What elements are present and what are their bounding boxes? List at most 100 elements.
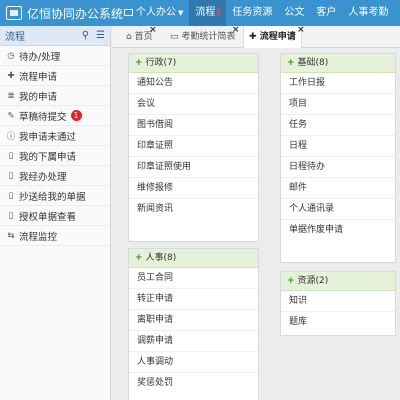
panel-header[interactable]: + 资源(2) bbox=[281, 272, 395, 291]
edit-icon: ✎ bbox=[7, 110, 15, 121]
list-item[interactable]: 新闻资讯 bbox=[129, 199, 258, 220]
tab-workflow-apply[interactable]: ✚ 流程申请 × bbox=[243, 25, 305, 48]
info-icon: ⓘ bbox=[6, 131, 16, 142]
list-item[interactable]: 知识 bbox=[281, 291, 395, 312]
sidebar-item-drafts[interactable]: ✎ 草稿待提交 1 bbox=[0, 106, 110, 126]
bookmark-icon: ▯ bbox=[8, 170, 14, 181]
main-content: + 行政(7) 通知公告 会议 图书借阅 印章证照 印章证照使用 维修报修 新闻资… bbox=[112, 49, 400, 400]
list-item[interactable]: 图书借阅 bbox=[129, 115, 258, 136]
panel-title: 人事(8) bbox=[145, 253, 177, 263]
nav-documents[interactable]: 公文 bbox=[278, 0, 310, 26]
nav-label: 人事考勤 bbox=[348, 7, 389, 18]
list-item[interactable]: 调薪申请 bbox=[129, 331, 258, 352]
list-item[interactable]: 工作日报 bbox=[281, 73, 395, 94]
list-item[interactable]: 邮件 bbox=[281, 178, 395, 199]
tab-strip: ⌂ 首页 × ▭ 考勤统计简表 × ✚ 流程申请 × bbox=[112, 25, 400, 48]
list-item[interactable]: 员工合同 bbox=[129, 268, 258, 289]
list-item[interactable]: 日程 bbox=[281, 136, 395, 157]
plus-icon: + bbox=[287, 276, 295, 286]
panel-title: 资源(2) bbox=[297, 276, 329, 286]
list-item[interactable]: 通知公告 bbox=[129, 73, 258, 94]
sidebar-item-my-applications[interactable]: ≣ 我的申请 bbox=[0, 86, 110, 106]
nav-workflow[interactable]: 流程 bbox=[189, 0, 227, 26]
plus-icon: ✚ bbox=[249, 32, 257, 42]
list-item[interactable]: 个人通讯录 bbox=[281, 199, 395, 220]
bookmark-icon: ▯ bbox=[8, 210, 14, 221]
sidebar-item-subordinate-applications[interactable]: ▯ 我的下属申请 bbox=[0, 146, 110, 166]
list-item[interactable]: 任务 bbox=[281, 115, 395, 136]
list-item[interactable]: 维修报修 bbox=[129, 178, 258, 199]
sidebar-item-cc-to-me[interactable]: ▯ 抄送给我的单据 bbox=[0, 186, 110, 206]
list-item[interactable]: 项目 bbox=[281, 94, 395, 115]
sidebar: 流程 ⚲ ☰ ◷ 待办/处理 ✚ 流程申请 ≣ 我的申请 ✎ 草稿待提交 1 ⓘ 我申请未通… bbox=[0, 26, 111, 400]
panel-header[interactable]: + 人事(8) bbox=[129, 249, 258, 268]
list-item[interactable]: 单据作废申请 bbox=[281, 220, 395, 241]
sidebar-item-label: 抄送给我的单据 bbox=[19, 191, 86, 203]
sidebar-item-label: 我的申请 bbox=[19, 91, 58, 103]
sidebar-item-label: 我经办处理 bbox=[19, 171, 67, 183]
draft-count-badge: 1 bbox=[70, 110, 82, 121]
list-item[interactable]: 离职申请 bbox=[129, 310, 258, 331]
sidebar-item-label: 授权单据查看 bbox=[19, 211, 77, 223]
list-item[interactable]: 奖惩处罚 bbox=[129, 373, 258, 394]
close-icon[interactable]: × bbox=[232, 19, 240, 41]
plus-icon: + bbox=[135, 253, 143, 263]
sidebar-item-monitor[interactable]: ⇆ 流程监控 bbox=[0, 226, 110, 246]
nav-label: 任务资源 bbox=[232, 7, 273, 18]
panel-header[interactable]: + 基础(8) bbox=[281, 54, 395, 73]
search-icon[interactable]: ⚲ bbox=[82, 30, 89, 41]
nav-administration[interactable]: 行政 bbox=[394, 0, 400, 26]
close-icon[interactable]: × bbox=[297, 19, 305, 41]
bookmark-icon: ▯ bbox=[8, 150, 14, 161]
list-icon: ≣ bbox=[7, 90, 15, 101]
plus-icon: ✚ bbox=[7, 70, 15, 81]
document-icon: ▭ bbox=[170, 32, 179, 42]
sidebar-item-label: 流程监控 bbox=[19, 231, 58, 243]
monitor-icon bbox=[124, 9, 133, 16]
sidebar-item-authorized-view[interactable]: ▯ 授权单据查看 bbox=[0, 206, 110, 226]
list-item[interactable]: 日程待办 bbox=[281, 157, 395, 178]
active-marker bbox=[217, 7, 221, 16]
panel-title: 行政(7) bbox=[145, 58, 177, 68]
list-item[interactable]: 印章证照 bbox=[129, 136, 258, 157]
panel-header[interactable]: + 行政(7) bbox=[129, 54, 258, 73]
sidebar-item-workflow-apply[interactable]: ✚ 流程申请 bbox=[0, 66, 110, 86]
list-item[interactable]: 转正申请 bbox=[129, 289, 258, 310]
plus-icon: + bbox=[287, 58, 295, 68]
nav-hr-attendance[interactable]: 人事考勤 bbox=[342, 0, 394, 26]
sidebar-item-todo[interactable]: ◷ 待办/处理 bbox=[0, 46, 110, 66]
nav-label: 公文 bbox=[284, 7, 305, 18]
menu-icon[interactable]: ☰ bbox=[96, 30, 105, 41]
nav-label: 个人办公 bbox=[136, 7, 176, 18]
sidebar-item-handled[interactable]: ▯ 我经办处理 bbox=[0, 166, 110, 186]
sidebar-item-label: 流程申请 bbox=[19, 71, 58, 83]
logo-icon bbox=[6, 6, 22, 20]
panel-admin: + 行政(7) 通知公告 会议 图书借阅 印章证照 印章证照使用 维修报修 新闻资… bbox=[128, 53, 259, 242]
app-window: 亿恒协同办公系统 个人办公▼ 流程 任务资源 公文 客户 人事考勤 行政 流程 … bbox=[0, 0, 400, 400]
panel-title: 基础(8) bbox=[297, 58, 329, 68]
home-icon: ⌂ bbox=[126, 32, 132, 42]
nav-label: 流程 bbox=[195, 7, 216, 18]
list-item[interactable]: 印章证照使用 bbox=[129, 157, 258, 178]
list-item[interactable]: 人事调动 bbox=[129, 352, 258, 373]
tab-label: 流程申请 bbox=[259, 32, 296, 42]
plus-icon: + bbox=[135, 58, 143, 68]
caret-down-icon: ▼ bbox=[178, 9, 184, 17]
sidebar-header: 流程 ⚲ ☰ bbox=[0, 26, 110, 46]
tab-label: 考勤统计简表 bbox=[181, 32, 236, 42]
nav-customers[interactable]: 客户 bbox=[310, 0, 342, 26]
sidebar-item-rejected[interactable]: ⓘ 我申请未通过 bbox=[0, 126, 110, 146]
list-item[interactable]: 会议 bbox=[129, 94, 258, 115]
app-brand[interactable]: 亿恒协同办公系统 bbox=[6, 3, 123, 23]
sidebar-item-label: 草稿待提交 bbox=[19, 111, 67, 123]
tab-attendance-report[interactable]: ▭ 考勤统计简表 × bbox=[170, 25, 239, 48]
list-item[interactable]: 题库 bbox=[281, 312, 395, 333]
nav-label: 客户 bbox=[316, 7, 337, 18]
close-icon[interactable]: × bbox=[149, 19, 157, 41]
panel-resource: + 资源(2) 知识 题库 bbox=[280, 271, 396, 336]
sidebar-item-label: 我的下属申请 bbox=[19, 151, 77, 163]
tab-home[interactable]: ⌂ 首页 × bbox=[126, 25, 157, 48]
sidebar-title: 流程 bbox=[5, 32, 25, 43]
sidebar-item-label: 我申请未通过 bbox=[19, 131, 77, 143]
main-nav: 个人办公▼ 流程 任务资源 公文 客户 人事考勤 行政 bbox=[118, 0, 400, 26]
